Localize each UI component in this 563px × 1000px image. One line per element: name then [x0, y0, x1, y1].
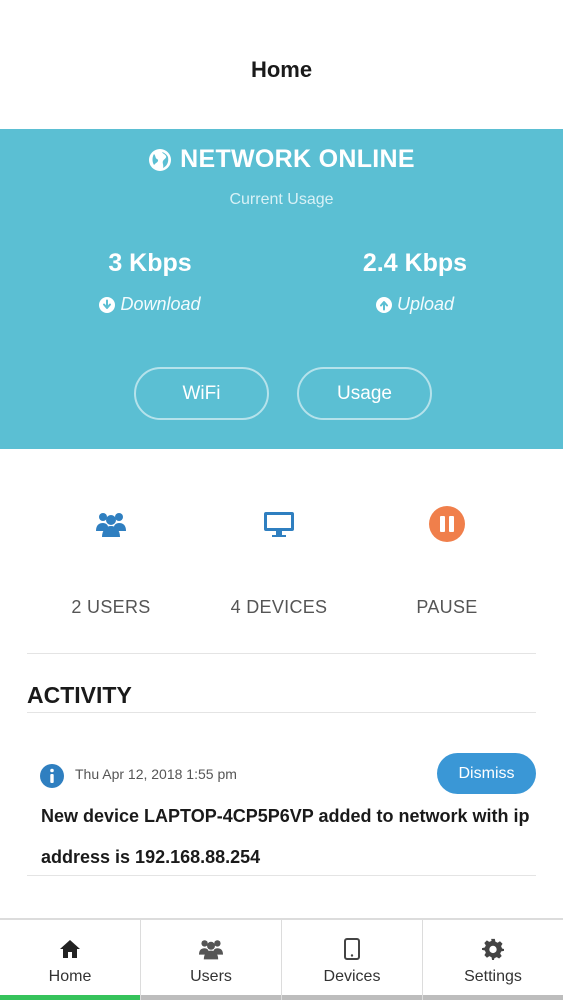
users-quick-icon-wrap [36, 496, 186, 551]
activity-item: Thu Apr 12, 2018 1:55 pm Dismiss New dev… [27, 752, 536, 876]
devices-count-label: 4 DEVICES [230, 597, 328, 617]
current-usage-label: Current Usage [229, 191, 334, 208]
network-status-row: NETWORK ONLINE [0, 145, 563, 174]
usage-button[interactable]: Usage [297, 367, 432, 420]
tab-home-label: Home [48, 968, 92, 985]
info-icon [40, 764, 64, 788]
arrow-up-circle-icon [375, 296, 392, 313]
monitor-icon [264, 511, 294, 537]
download-value: 3 Kbps [108, 249, 192, 277]
upload-label-row: Upload [315, 294, 515, 315]
page-title: Home [250, 56, 313, 82]
tab-users-icon-wrap [197, 938, 225, 960]
tab-devices-icon-wrap [344, 938, 360, 960]
tab-home-icon-wrap [59, 938, 81, 960]
activity-heading: ACTIVITY [27, 682, 132, 708]
globe-icon [149, 148, 172, 171]
pause-quick-icon-wrap [372, 496, 522, 551]
gear-icon [482, 938, 504, 960]
network-status-panel: NETWORK ONLINE Current Usage 3 Kbps Down… [0, 129, 563, 449]
users-quick-action[interactable]: 2 USERS [36, 496, 186, 618]
upload-rate: 2.4 Kbps Upload [315, 249, 515, 315]
tab-devices[interactable]: Devices [282, 920, 423, 1000]
home-icon [60, 940, 80, 958]
app-header: Home [0, 0, 563, 129]
users-count-label: 2 USERS [71, 597, 151, 617]
activity-timestamp: Thu Apr 12, 2018 1:55 pm [75, 766, 237, 782]
tab-users-label: Users [190, 968, 232, 985]
users-icon [199, 940, 223, 960]
arrow-down-circle-icon [99, 296, 116, 313]
divider [27, 653, 536, 654]
wifi-button[interactable]: WiFi [134, 367, 269, 420]
tab-home[interactable]: Home [0, 920, 141, 1000]
tab-devices-label: Devices [323, 968, 381, 985]
tablet-icon [344, 938, 360, 960]
pause-icon [429, 505, 465, 542]
activity-message: New device LAPTOP-4CP5P6VP added to netw… [41, 806, 530, 867]
pause-label: PAUSE [416, 597, 478, 617]
tab-settings[interactable]: Settings [423, 920, 563, 1000]
tab-users[interactable]: Users [141, 920, 282, 1000]
download-rate: 3 Kbps Download [50, 249, 250, 315]
users-icon [96, 512, 126, 537]
download-label: Download [120, 294, 201, 314]
upload-label: Upload [396, 294, 455, 314]
bottom-tab-bar: Home Users Devices Settings [0, 918, 563, 1000]
upload-value: 2.4 Kbps [362, 249, 468, 277]
download-label-row: Download [50, 294, 250, 315]
tab-settings-icon-wrap [482, 938, 504, 960]
quick-actions: 2 USERS 4 DEVICES PAUSE [0, 496, 563, 651]
divider [27, 712, 536, 713]
devices-quick-icon-wrap [204, 496, 354, 551]
tab-settings-label: Settings [464, 968, 522, 985]
network-status-text: NETWORK ONLINE [180, 145, 415, 173]
pause-quick-action[interactable]: PAUSE [372, 496, 522, 618]
dismiss-button[interactable]: Dismiss [437, 753, 536, 794]
devices-quick-action[interactable]: 4 DEVICES [204, 496, 354, 618]
